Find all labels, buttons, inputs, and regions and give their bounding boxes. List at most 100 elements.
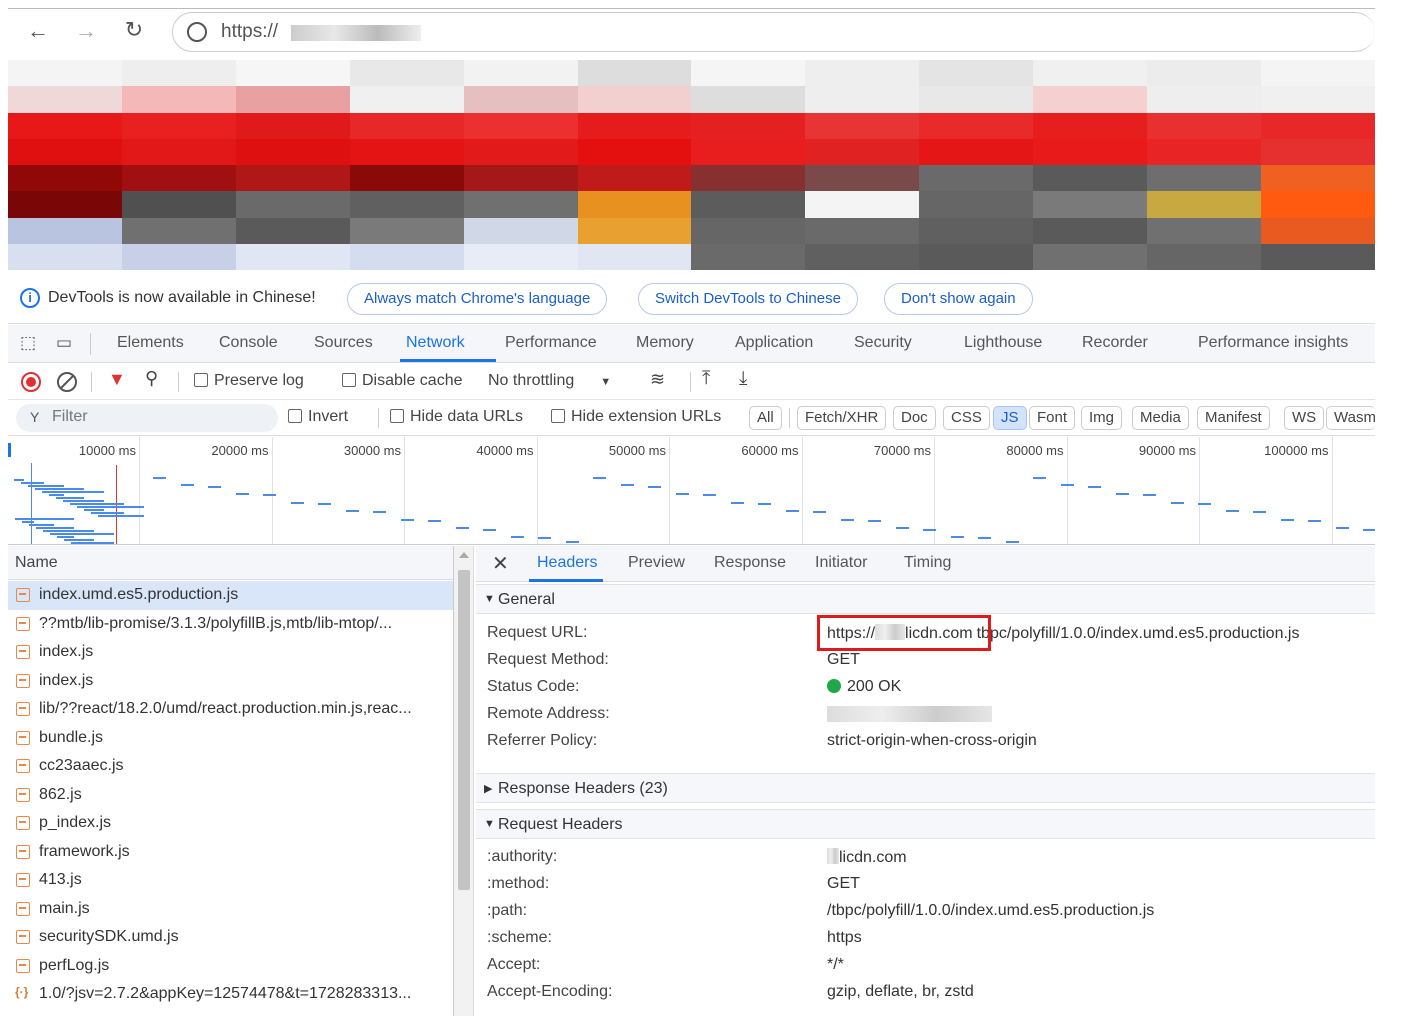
request-row[interactable]: ??mtb/lib-promise/3.1.3/polyfillB.js,mtb… <box>8 610 453 639</box>
inspect-element-icon[interactable]: ⬚ <box>20 333 36 353</box>
type-filter-js[interactable]: JS <box>993 406 1027 430</box>
tab-network[interactable]: Network <box>406 334 465 352</box>
hide-data-urls-checkbox[interactable]: Hide data URLs <box>390 408 523 426</box>
request-method-key: Request Method: <box>487 651 609 668</box>
tab-application[interactable]: Application <box>735 334 813 352</box>
search-icon[interactable]: ⚲ <box>145 368 158 389</box>
request-row[interactable]: perfLog.js <box>8 952 453 981</box>
divider <box>178 372 179 392</box>
address-bar[interactable]: https:// <box>172 12 1375 52</box>
request-row[interactable]: cc23aaec.js <box>8 752 453 781</box>
reload-icon[interactable]: ↻ <box>120 17 148 43</box>
tab-response[interactable]: Response <box>714 554 786 572</box>
switch-to-chinese-button[interactable]: Switch DevTools to Chinese <box>638 283 858 315</box>
timeline-gridline <box>404 437 405 544</box>
preserve-log-checkbox[interactable]: Preserve log <box>194 372 304 390</box>
request-row[interactable]: index.js <box>8 638 453 667</box>
timeline-request-bar <box>895 527 909 530</box>
always-match-language-button[interactable]: Always match Chrome's language <box>347 283 608 315</box>
timeline-request-bar <box>208 485 221 488</box>
tab-headers[interactable]: Headers <box>537 554 597 572</box>
timeline-request-bar <box>1253 511 1266 514</box>
request-row[interactable]: 862.js <box>8 781 453 810</box>
record-icon[interactable] <box>21 372 41 392</box>
clear-icon[interactable] <box>57 372 77 392</box>
export-har-icon[interactable]: ⤓ <box>739 368 747 390</box>
timeline-request-bar <box>675 492 689 495</box>
filter-funnel-icon[interactable]: ▼ <box>108 369 126 390</box>
timeline-request-bar <box>91 512 124 514</box>
type-filter-doc[interactable]: Doc <box>893 406 936 430</box>
status-code-value: 200 OK <box>827 678 901 696</box>
type-filter-fetch-xhr[interactable]: Fetch/XHR <box>797 406 887 430</box>
request-row[interactable]: {·} 1.0/?jsv=2.7.2&appKey=12574478&t=1728… <box>8 980 453 1009</box>
request-row[interactable]: index.js <box>8 667 453 696</box>
timeline-request-bar <box>400 518 414 521</box>
general-section-header[interactable]: ▼ General <box>476 584 1375 614</box>
response-headers-section-header[interactable]: ▶ Response Headers (23) <box>476 773 1375 803</box>
script-file-icon <box>16 588 30 602</box>
forward-arrow-icon[interactable]: → <box>72 18 100 44</box>
method-key: :method: <box>487 875 550 892</box>
scrollbar-thumb[interactable] <box>458 570 470 890</box>
accept-value: */* <box>827 956 844 973</box>
tab-initiator[interactable]: Initiator <box>815 554 867 572</box>
throttling-select[interactable]: No throttling ▼ <box>488 372 611 390</box>
script-file-icon <box>16 901 30 916</box>
tab-security[interactable]: Security <box>854 334 912 352</box>
timeline-request-bar <box>758 502 771 505</box>
tab-console[interactable]: Console <box>219 334 278 352</box>
scroll-up-arrow-icon[interactable] <box>459 552 469 558</box>
type-filter-media[interactable]: Media <box>1132 406 1189 430</box>
back-arrow-icon[interactable]: ← <box>24 18 52 44</box>
type-filter-ws[interactable]: WS <box>1284 406 1325 430</box>
network-overview-timeline[interactable]: 10000 ms 20000 ms 30000 ms 40000 ms 50000 ms… <box>8 437 1375 545</box>
tab-lighthouse[interactable]: Lighthouse <box>964 334 1042 352</box>
import-har-icon[interactable]: ⤒ <box>702 368 710 390</box>
request-name: index.umd.es5.production.js <box>39 586 239 603</box>
timeline-request-bar <box>1225 510 1239 513</box>
tab-memory[interactable]: Memory <box>636 334 694 352</box>
tab-sources[interactable]: Sources <box>314 334 373 352</box>
site-info-icon[interactable] <box>187 22 207 42</box>
timeline-request-bar <box>235 492 249 495</box>
type-filter-manifest[interactable]: Manifest <box>1197 406 1270 430</box>
type-filter-all[interactable]: All <box>749 406 782 430</box>
request-headers-section-header[interactable]: ▼ Request Headers <box>476 809 1375 839</box>
close-details-icon[interactable]: ✕ <box>492 551 509 576</box>
type-filter-img[interactable]: Img <box>1081 406 1123 430</box>
disable-cache-checkbox[interactable]: Disable cache <box>342 372 463 390</box>
hide-extension-urls-checkbox[interactable]: Hide extension URLs <box>551 408 721 426</box>
tab-performance-insights[interactable]: Performance insights <box>1198 334 1348 352</box>
tab-timing[interactable]: Timing <box>904 554 951 572</box>
device-toolbar-icon[interactable]: ▭ <box>56 333 72 353</box>
type-filter-font[interactable]: Font <box>1029 406 1076 430</box>
request-name: 413.js <box>39 871 82 888</box>
invert-checkbox[interactable]: Invert <box>288 408 348 426</box>
name-column-header[interactable]: Name <box>8 546 453 580</box>
request-row[interactable]: p_index.js <box>8 809 453 838</box>
timeline-request-bar <box>15 518 74 520</box>
request-name: 1.0/?jsv=2.7.2&appKey=12574478&t=1728283… <box>39 985 412 1002</box>
request-list-scrollbar[interactable] <box>454 546 474 1016</box>
request-row[interactable]: bundle.js <box>8 724 453 753</box>
request-row[interactable]: 413.js <box>8 866 453 895</box>
request-name: p_index.js <box>39 814 112 831</box>
request-row[interactable]: index.umd.es5.production.js <box>8 581 453 610</box>
type-filter-css[interactable]: CSS <box>943 406 990 430</box>
request-row[interactable]: main.js <box>8 895 453 924</box>
tab-elements[interactable]: Elements <box>117 334 184 352</box>
active-detail-tab-indicator <box>529 579 603 582</box>
request-row[interactable]: securitySDK.umd.js <box>8 923 453 952</box>
dont-show-again-button[interactable]: Don't show again <box>884 283 1033 315</box>
timeline-request-bar <box>1115 492 1129 495</box>
tab-performance[interactable]: Performance <box>505 334 597 352</box>
tab-recorder[interactable]: Recorder <box>1082 334 1148 352</box>
network-conditions-icon[interactable]: ≋ <box>650 369 665 390</box>
tab-preview[interactable]: Preview <box>628 554 685 572</box>
timeline-request-bar <box>785 510 799 513</box>
request-row[interactable]: framework.js <box>8 838 453 867</box>
request-row[interactable]: lib/??react/18.2.0/umd/react.production.… <box>8 695 453 724</box>
type-filter-wasm[interactable]: Wasm <box>1326 406 1375 430</box>
dom-content-loaded-marker <box>31 463 32 544</box>
